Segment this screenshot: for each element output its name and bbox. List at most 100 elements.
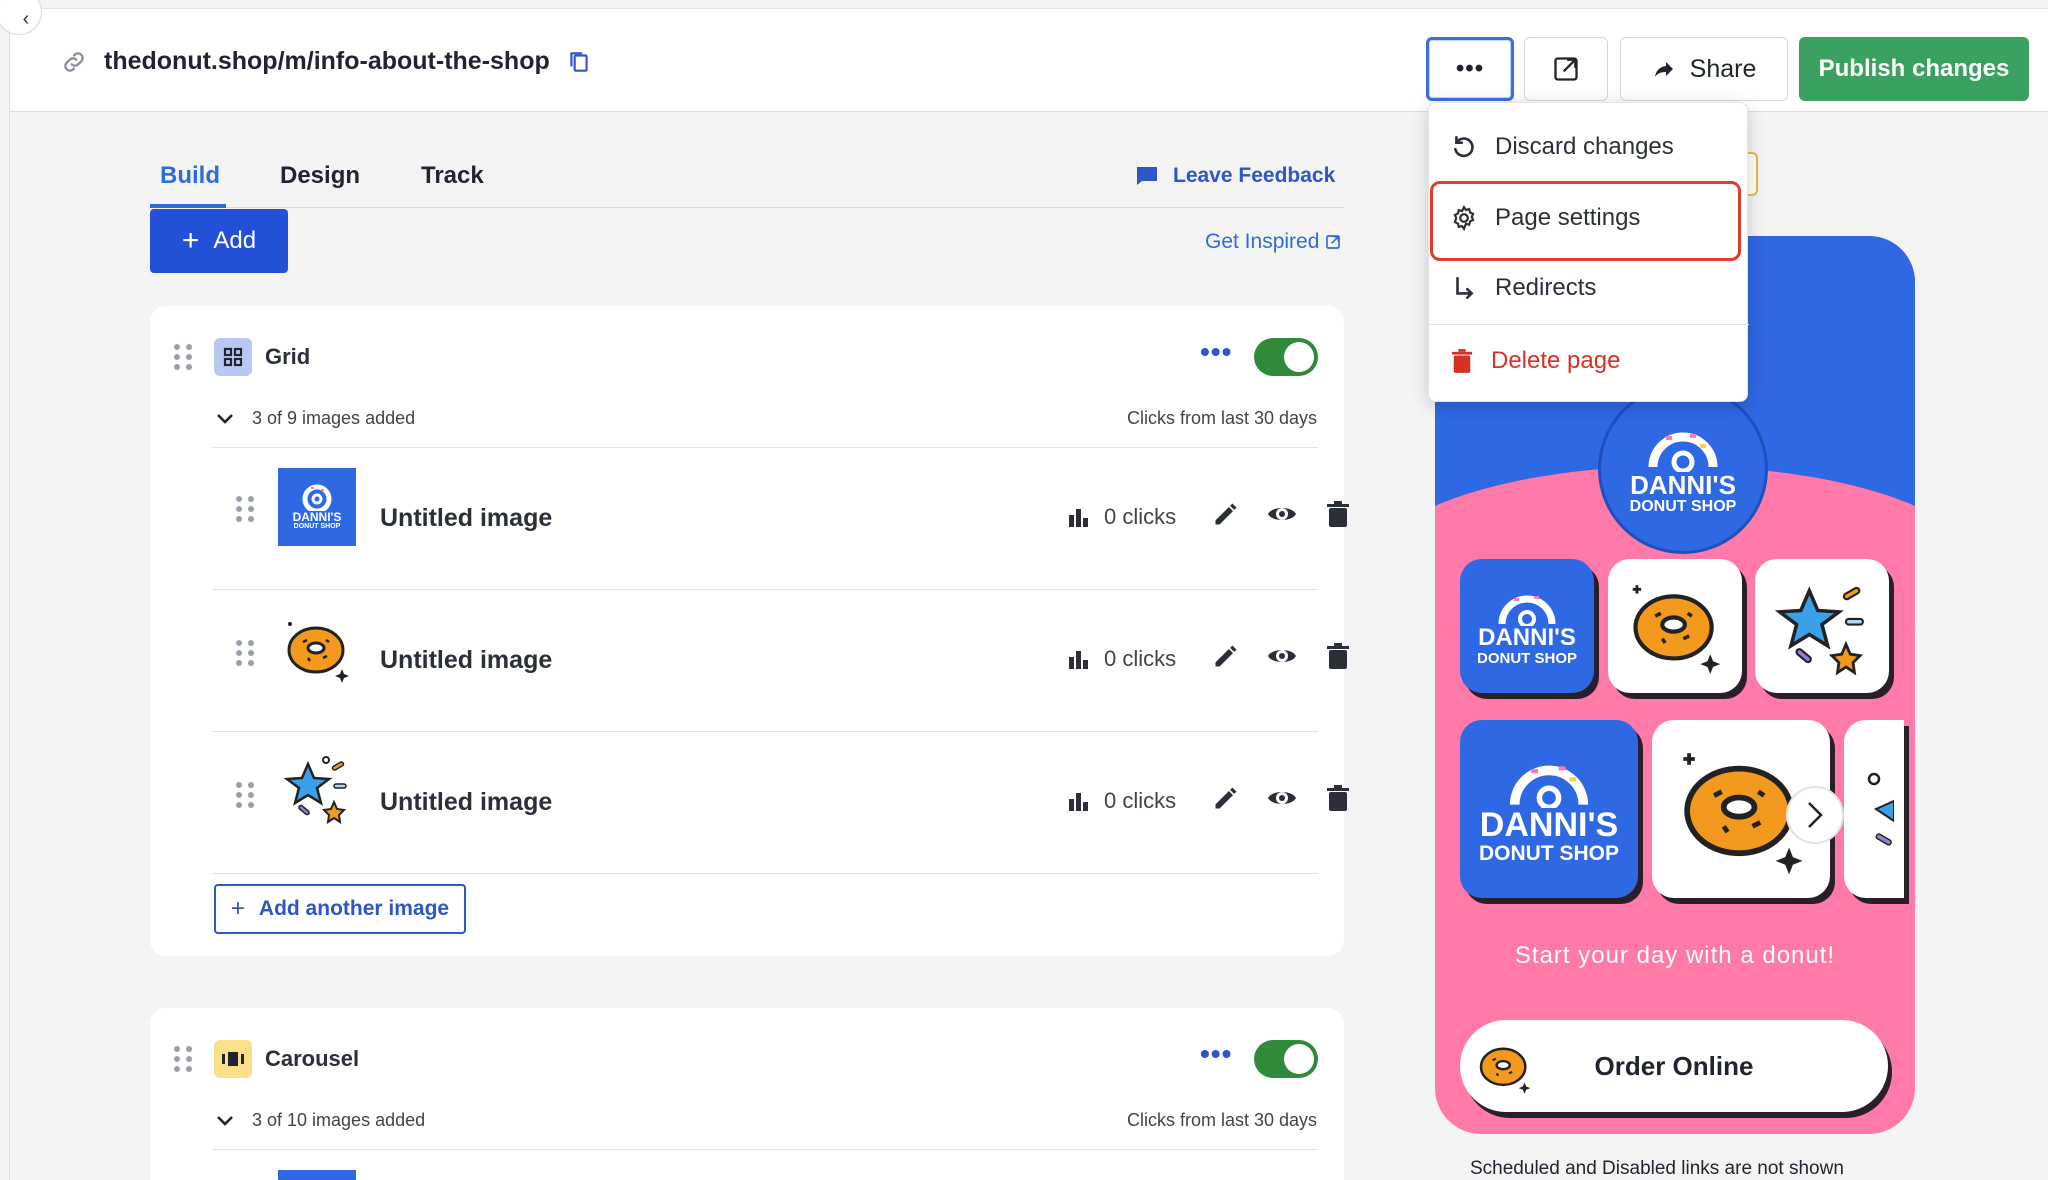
grid-clicks-caption: Clicks from last 30 days: [1127, 408, 1318, 428]
image-clicks: 0 clicks: [1068, 788, 1176, 814]
clicks-label: 0 clicks: [1104, 788, 1177, 813]
preview-grid-tile-stars[interactable]: [1755, 559, 1889, 693]
preview-carousel-tile-stars-partial[interactable]: [1844, 720, 1904, 898]
drag-handle-icon[interactable]: [236, 782, 254, 808]
more-options-button[interactable]: •••: [1426, 37, 1514, 101]
grid-summary-row[interactable]: 3 of 9 images added: [216, 408, 415, 429]
open-external-button[interactable]: [1524, 37, 1608, 101]
grid-image-row[interactable]: Untitled image 0 clicks: [212, 732, 1349, 874]
redirect-arrow-icon: [1456, 276, 1474, 300]
image-clicks: 0 clicks: [1068, 504, 1176, 530]
edit-pencil-icon[interactable]: [1212, 500, 1240, 528]
order-online-button[interactable]: Order Online: [1460, 1020, 1888, 1112]
page-settings-highlight: [1430, 181, 1741, 261]
drag-handle-icon[interactable]: [236, 640, 254, 666]
more-dots-icon: •••: [1455, 55, 1485, 82]
bar-chart-icon: [1069, 793, 1088, 811]
preview-tagline: Start your day with a donut!: [1514, 942, 1836, 969]
trash-icon[interactable]: [1326, 642, 1350, 670]
divider: [212, 1149, 1318, 1150]
drag-handle-icon[interactable]: [236, 496, 254, 522]
add-label: Add: [213, 227, 257, 254]
feedback-icon: [1137, 167, 1157, 185]
carousel-summary-row[interactable]: 3 of 10 images added: [216, 1110, 425, 1131]
menu-item-redirects[interactable]: Redirects: [1429, 253, 1749, 323]
add-block-button[interactable]: + Add: [150, 209, 288, 273]
carousel-thumbnail-partial: [278, 1170, 356, 1180]
undo-icon: [1454, 135, 1474, 158]
preview-logo-line2: DONUT SHOP: [1629, 498, 1737, 515]
donut-icon: [1479, 1047, 1531, 1094]
external-link-icon: [1554, 57, 1578, 81]
grid-block-more-icon[interactable]: •••: [1200, 336, 1232, 368]
delete-page-label: Delete page: [1491, 347, 1621, 374]
link-icon: [64, 51, 84, 72]
chevron-down-icon: [217, 1115, 233, 1126]
active-tab-indicator: [150, 204, 226, 208]
carousel-block-toggle[interactable]: [1254, 1040, 1318, 1078]
eye-icon[interactable]: [1266, 642, 1298, 670]
order-online-label: Order Online: [1594, 1050, 1754, 1081]
drag-handle-icon[interactable]: [174, 344, 192, 370]
preview-grid-tile-donut[interactable]: [1608, 559, 1742, 693]
preview-carousel-tile-logo[interactable]: DANNI'S DONUT SHOP: [1460, 720, 1638, 898]
share-button[interactable]: Share: [1620, 37, 1788, 101]
tab-build[interactable]: Build: [160, 162, 220, 190]
image-title: Untitled image: [380, 504, 553, 532]
publish-changes-button[interactable]: Publish changes: [1799, 37, 2029, 101]
page-url: thedonut.shop/m/info-about-the-shop: [60, 47, 592, 76]
grid-image-row[interactable]: Untitled image 0 clicks: [212, 590, 1349, 732]
menu-item-discard-changes[interactable]: Discard changes: [1429, 112, 1749, 182]
eye-icon[interactable]: [1266, 500, 1298, 528]
redirects-label: Redirects: [1495, 274, 1597, 301]
preview-logo-line1: DANNI'S: [1630, 470, 1736, 500]
trash-icon[interactable]: [1326, 500, 1350, 528]
image-title: Untitled image: [380, 788, 553, 816]
left-border: [9, 0, 10, 1180]
tab-design[interactable]: Design: [280, 162, 360, 190]
drag-handle-icon[interactable]: [174, 1046, 192, 1072]
chevron-down-icon: [217, 413, 233, 424]
get-inspired-link[interactable]: Get Inspired: [1205, 230, 1341, 254]
plus-icon: +: [230, 895, 245, 922]
menu-item-delete-page[interactable]: Delete page: [1429, 326, 1749, 396]
carousel-next-button[interactable]: [1786, 786, 1844, 844]
preview-logo: DANNI'S DONUT SHOP: [1598, 384, 1768, 554]
carousel-clicks-caption: Clicks from last 30 days: [1127, 1110, 1318, 1130]
edit-pencil-icon[interactable]: [1212, 784, 1240, 812]
grid-summary: 3 of 9 images added: [252, 408, 416, 428]
eye-icon[interactable]: [1266, 784, 1298, 812]
leave-feedback-link[interactable]: Leave Feedback: [1135, 164, 1335, 188]
preview-grid-tile-logo[interactable]: DANNI'S DONUT SHOP: [1460, 559, 1594, 693]
image-clicks: 0 clicks: [1068, 646, 1176, 672]
share-label: Share: [1689, 54, 1757, 83]
tile-logo-line2: DONUT SHOP: [1476, 649, 1577, 667]
add-another-image-label: Add another image: [258, 897, 450, 920]
tab-track[interactable]: Track: [421, 162, 484, 190]
grid-block-title: Grid: [265, 344, 311, 369]
grid-block-toggle[interactable]: [1254, 338, 1318, 376]
edit-pencil-icon[interactable]: [1212, 642, 1240, 670]
get-inspired-label: Get Inspired: [1205, 230, 1320, 253]
back-button[interactable]: ‹: [0, 0, 42, 35]
external-link-small-icon: [1326, 235, 1341, 249]
stars-thumbnail: [283, 756, 347, 825]
add-another-image-button[interactable]: + Add another image: [214, 884, 466, 934]
chevron-left-icon: ‹: [22, 7, 30, 30]
chevron-right-icon: [1808, 802, 1823, 828]
image-title: Untitled image: [380, 646, 553, 674]
trash-icon[interactable]: [1326, 784, 1350, 812]
discard-changes-label: Discard changes: [1495, 133, 1674, 160]
leave-feedback-label: Leave Feedback: [1173, 164, 1336, 187]
carousel-block-more-icon[interactable]: •••: [1200, 1038, 1232, 1070]
clicks-label: 0 clicks: [1104, 504, 1177, 529]
top-bar: ‹ thedonut.shop/m/info-about-the-shop ••…: [0, 0, 2048, 112]
copy-icon[interactable]: [566, 49, 592, 75]
clicks-label: 0 clicks: [1104, 646, 1177, 671]
trash-icon: [1451, 349, 1473, 373]
bar-chart-icon: [1069, 651, 1088, 669]
preview-note: Scheduled and Disabled links are not sho…: [1470, 1158, 1844, 1179]
grid-block-card: Grid ••• 3 of 9 images added Clicks from…: [150, 306, 1349, 956]
grid-image-row[interactable]: DANNI'S DONUT SHOP Untitled image 0 clic…: [212, 448, 1349, 590]
carousel-logo-line1: DANNI'S: [1479, 806, 1619, 844]
